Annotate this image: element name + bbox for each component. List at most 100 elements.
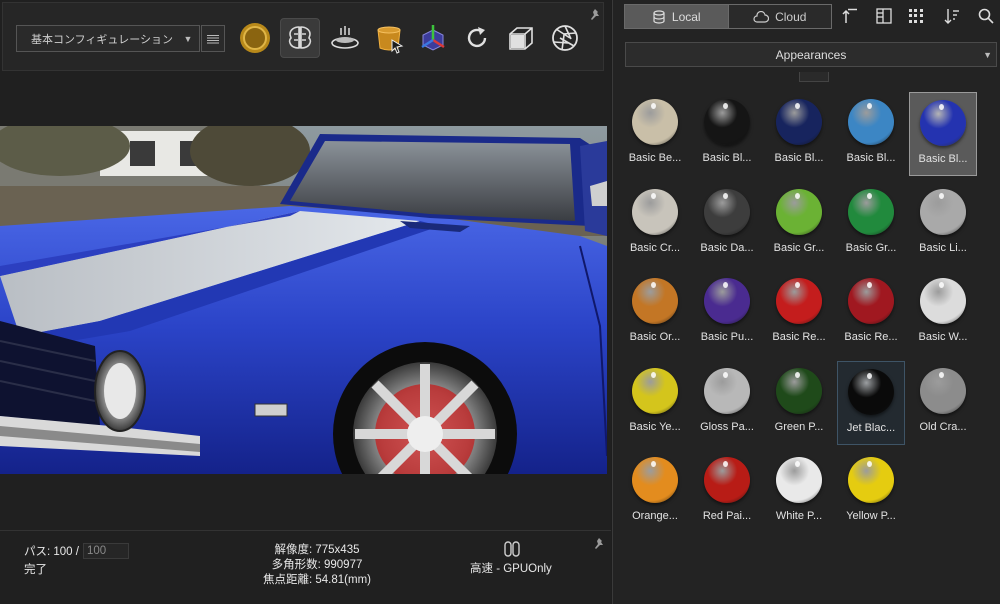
category-dropdown[interactable]: Appearances ▼: [625, 42, 997, 67]
splitter-handle[interactable]: [799, 72, 829, 82]
pin-icon[interactable]: [588, 8, 602, 22]
appearance-label: Basic Bl...: [702, 152, 752, 164]
resolution-text: 解像度: 775x435: [274, 544, 360, 556]
render-viewport[interactable]: [0, 126, 607, 474]
appearance-tile[interactable]: Old Cra...: [909, 361, 977, 445]
appearance-tile[interactable]: Basic Bl...: [765, 92, 833, 176]
material-sphere-icon: [704, 99, 750, 145]
render-stats: 解像度: 775x435 多角形数: 990977 焦点距離: 54.81(mm…: [262, 543, 372, 588]
render-mode-text: 高速 - GPUOnly: [470, 563, 552, 575]
material-sphere-icon: [704, 188, 750, 235]
appearance-label: White P...: [775, 510, 823, 522]
appearance-tile[interactable]: Basic Or...: [621, 271, 689, 355]
appearance-tile[interactable]: Basic Pu...: [693, 271, 761, 355]
turntable-icon: [331, 26, 359, 49]
appearance-tile[interactable]: Basic Be...: [621, 92, 689, 176]
turntable-button[interactable]: [325, 18, 365, 58]
appearance-tile[interactable]: Gloss Pa...: [693, 361, 761, 445]
appearance-tile[interactable]: Basic Re...: [837, 271, 905, 355]
upload-button[interactable]: [841, 7, 859, 25]
tab-cloud[interactable]: Cloud: [727, 5, 831, 28]
sort-icon: [944, 9, 959, 24]
configuration-dropdown[interactable]: 基本コンフィギュレーション ▼: [16, 25, 200, 52]
appearance-tile[interactable]: Basic Li...: [909, 182, 977, 266]
material-sphere-icon: [920, 278, 966, 324]
appearance-tile[interactable]: Basic Gr...: [765, 182, 833, 266]
appearance-label: Basic Bl...: [846, 152, 896, 164]
ai-denoiser-button[interactable]: [280, 18, 320, 58]
appearance-label: Old Cra...: [919, 420, 967, 433]
appearance-label: Basic Li...: [919, 241, 967, 254]
scene-tree-button[interactable]: [413, 18, 453, 58]
camera-view-button[interactable]: [501, 18, 541, 58]
appearance-label: Basic Ye...: [629, 420, 681, 433]
appearance-label: Basic Cr...: [629, 241, 681, 254]
appearance-label: Basic Re...: [772, 331, 826, 343]
appearance-tile[interactable]: Jet Blac...: [837, 360, 905, 445]
brain-ai-icon: [288, 26, 312, 49]
appearance-label: Basic Gr...: [773, 241, 825, 254]
appearance-label: Basic Gr...: [845, 241, 897, 254]
appearance-tile[interactable]: Orange...: [621, 450, 689, 534]
material-sphere-icon: [848, 99, 894, 145]
appearance-tile[interactable]: Green P...: [765, 361, 833, 445]
material-bucket-icon: [377, 26, 404, 54]
appearance-tile[interactable]: Basic Bl...: [693, 92, 761, 176]
appearance-tile[interactable]: Basic Da...: [693, 182, 761, 266]
panel-layout-button[interactable]: [875, 7, 893, 25]
appearance-tile[interactable]: White P...: [765, 450, 833, 534]
search-button[interactable]: [977, 7, 995, 25]
material-sphere-icon: [704, 457, 750, 503]
material-button[interactable]: [369, 18, 409, 58]
material-sphere-icon: [776, 367, 822, 414]
material-sphere-icon: [632, 457, 678, 503]
material-sphere-icon: [632, 278, 678, 324]
gpu-mode-icon[interactable]: [503, 541, 521, 557]
chevron-down-icon: ▼: [183, 33, 193, 44]
material-sphere-icon: [632, 367, 678, 414]
material-sphere-icon: [848, 188, 894, 235]
material-sphere-icon: [632, 99, 678, 145]
rendered-car-image: [0, 126, 607, 474]
appearance-tile[interactable]: Basic Gr...: [837, 182, 905, 266]
list-menu-icon: [207, 34, 219, 43]
sort-button[interactable]: [943, 7, 961, 25]
aperture-button[interactable]: [545, 18, 585, 58]
render-mode-button[interactable]: [235, 18, 275, 58]
appearance-tile[interactable]: Red Pai...: [693, 450, 761, 534]
tab-cloud-label: Cloud: [775, 9, 807, 24]
material-sphere-icon: [776, 278, 822, 324]
focal-length-text: 焦点距離: 54.81(mm): [263, 574, 371, 586]
tab-local[interactable]: Local: [625, 5, 728, 28]
polygon-count-text: 多角形数: 990977: [271, 559, 363, 571]
appearance-tile[interactable]: Basic Re...: [765, 271, 833, 355]
view-mode-button[interactable]: [907, 7, 925, 25]
material-sphere-icon: [704, 367, 750, 414]
appearance-tile[interactable]: Basic Bl...: [837, 92, 905, 176]
material-sphere-icon: [632, 188, 678, 235]
pass-total-input[interactable]: 100: [82, 543, 129, 559]
appearance-tile[interactable]: Basic Cr...: [621, 182, 689, 266]
search-icon: [978, 8, 994, 24]
appearance-label: Basic Da...: [700, 241, 754, 254]
database-icon: [653, 9, 665, 24]
appearance-label: Basic Bl...: [918, 153, 968, 165]
pin-icon[interactable]: [592, 537, 606, 551]
category-label: Appearances: [775, 47, 847, 62]
material-sphere-icon: [920, 367, 966, 414]
material-sphere-icon: [848, 278, 894, 324]
appearance-tile[interactable]: Basic W...: [909, 271, 977, 355]
appearance-tile[interactable]: Basic Bl...: [909, 92, 977, 176]
appearance-label: Basic Pu...: [700, 331, 754, 343]
refresh-button[interactable]: [457, 18, 497, 58]
library-source-tabs: Local Cloud: [624, 4, 832, 29]
configuration-menu-button[interactable]: [201, 25, 225, 52]
appearance-tile[interactable]: Yellow P...: [837, 450, 905, 534]
appearance-label: Basic Be...: [628, 152, 682, 164]
configuration-label: 基本コンフィギュレーション: [30, 33, 173, 46]
status-bar: パス: 100 / 100 完了 解像度: 775x435 多角形数: 9909…: [0, 530, 611, 604]
material-sphere-icon: [776, 188, 822, 235]
upload-arrow-icon: [842, 8, 857, 23]
appearance-tile[interactable]: Basic Ye...: [621, 361, 689, 445]
refresh-icon: [467, 27, 487, 48]
